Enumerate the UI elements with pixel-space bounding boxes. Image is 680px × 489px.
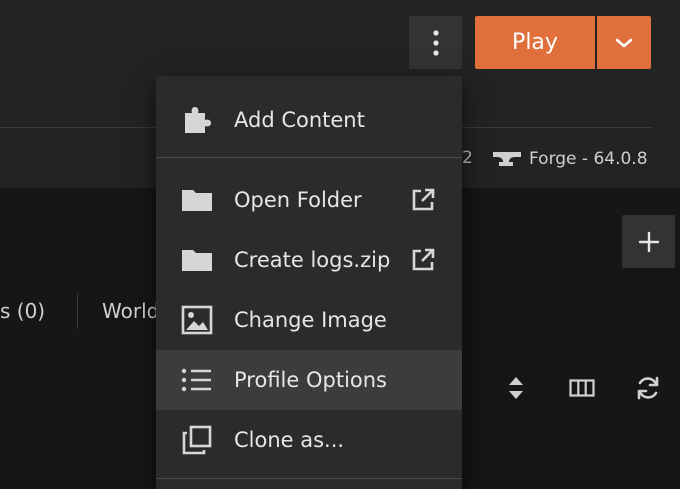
columns-icon — [569, 379, 595, 397]
menu-item-open-folder[interactable]: Open Folder — [156, 170, 462, 230]
menu-divider — [156, 157, 462, 158]
menu-item-label: Clone as... — [234, 428, 345, 452]
folder-icon — [180, 243, 214, 277]
columns-button[interactable] — [569, 375, 595, 401]
menu-item-change-image[interactable]: Change Image — [156, 290, 462, 350]
tab-worlds[interactable]: World — [102, 299, 159, 323]
menu-item-clone-as[interactable]: Clone as... — [156, 410, 462, 470]
play-button[interactable]: Play — [475, 16, 595, 69]
plus-icon — [638, 231, 659, 252]
external-link-icon — [408, 245, 438, 275]
folder-icon — [180, 183, 214, 217]
menu-item-label: Create logs.zip — [234, 248, 391, 272]
chevron-down-icon — [615, 38, 633, 47]
puzzle-icon — [180, 103, 214, 137]
tab-separator — [77, 294, 78, 329]
menu-item-label: Open Folder — [234, 188, 362, 212]
clone-icon — [180, 423, 214, 457]
menu-item-profile-options[interactable]: Profile Options — [156, 350, 462, 410]
tab-mods[interactable]: s (0) — [0, 299, 45, 323]
menu-item-label: Add Content — [234, 108, 365, 132]
sort-button[interactable] — [503, 375, 529, 401]
loader-info: Forge - 64.0.8 — [493, 146, 648, 172]
anvil-icon — [493, 152, 521, 166]
menu-divider — [156, 478, 462, 479]
menu-item-label: Profile Options — [234, 368, 387, 392]
app-window: Play 2 Forge - 64.0.8 s (0) World Add Co… — [0, 0, 680, 489]
more-options-button[interactable] — [409, 16, 462, 69]
menu-item-label: Change Image — [234, 308, 387, 332]
play-label: Play — [512, 30, 558, 55]
refresh-button[interactable] — [635, 375, 661, 401]
external-link-icon — [408, 185, 438, 215]
image-icon — [180, 303, 214, 337]
add-content-button[interactable] — [622, 215, 675, 268]
loader-label: Forge - 64.0.8 — [529, 149, 648, 169]
list-icon — [180, 363, 214, 397]
menu-item-add-content[interactable]: Add Content — [156, 90, 462, 150]
refresh-icon — [637, 376, 659, 400]
kebab-icon — [432, 29, 439, 56]
sort-icon — [509, 377, 523, 399]
profile-options-menu: Add Content Open Folder Create logs.zip … — [156, 76, 462, 489]
menu-item-create-logs[interactable]: Create logs.zip — [156, 230, 462, 290]
play-dropdown-button[interactable] — [597, 16, 651, 69]
profile-meta: 2 — [462, 148, 473, 168]
